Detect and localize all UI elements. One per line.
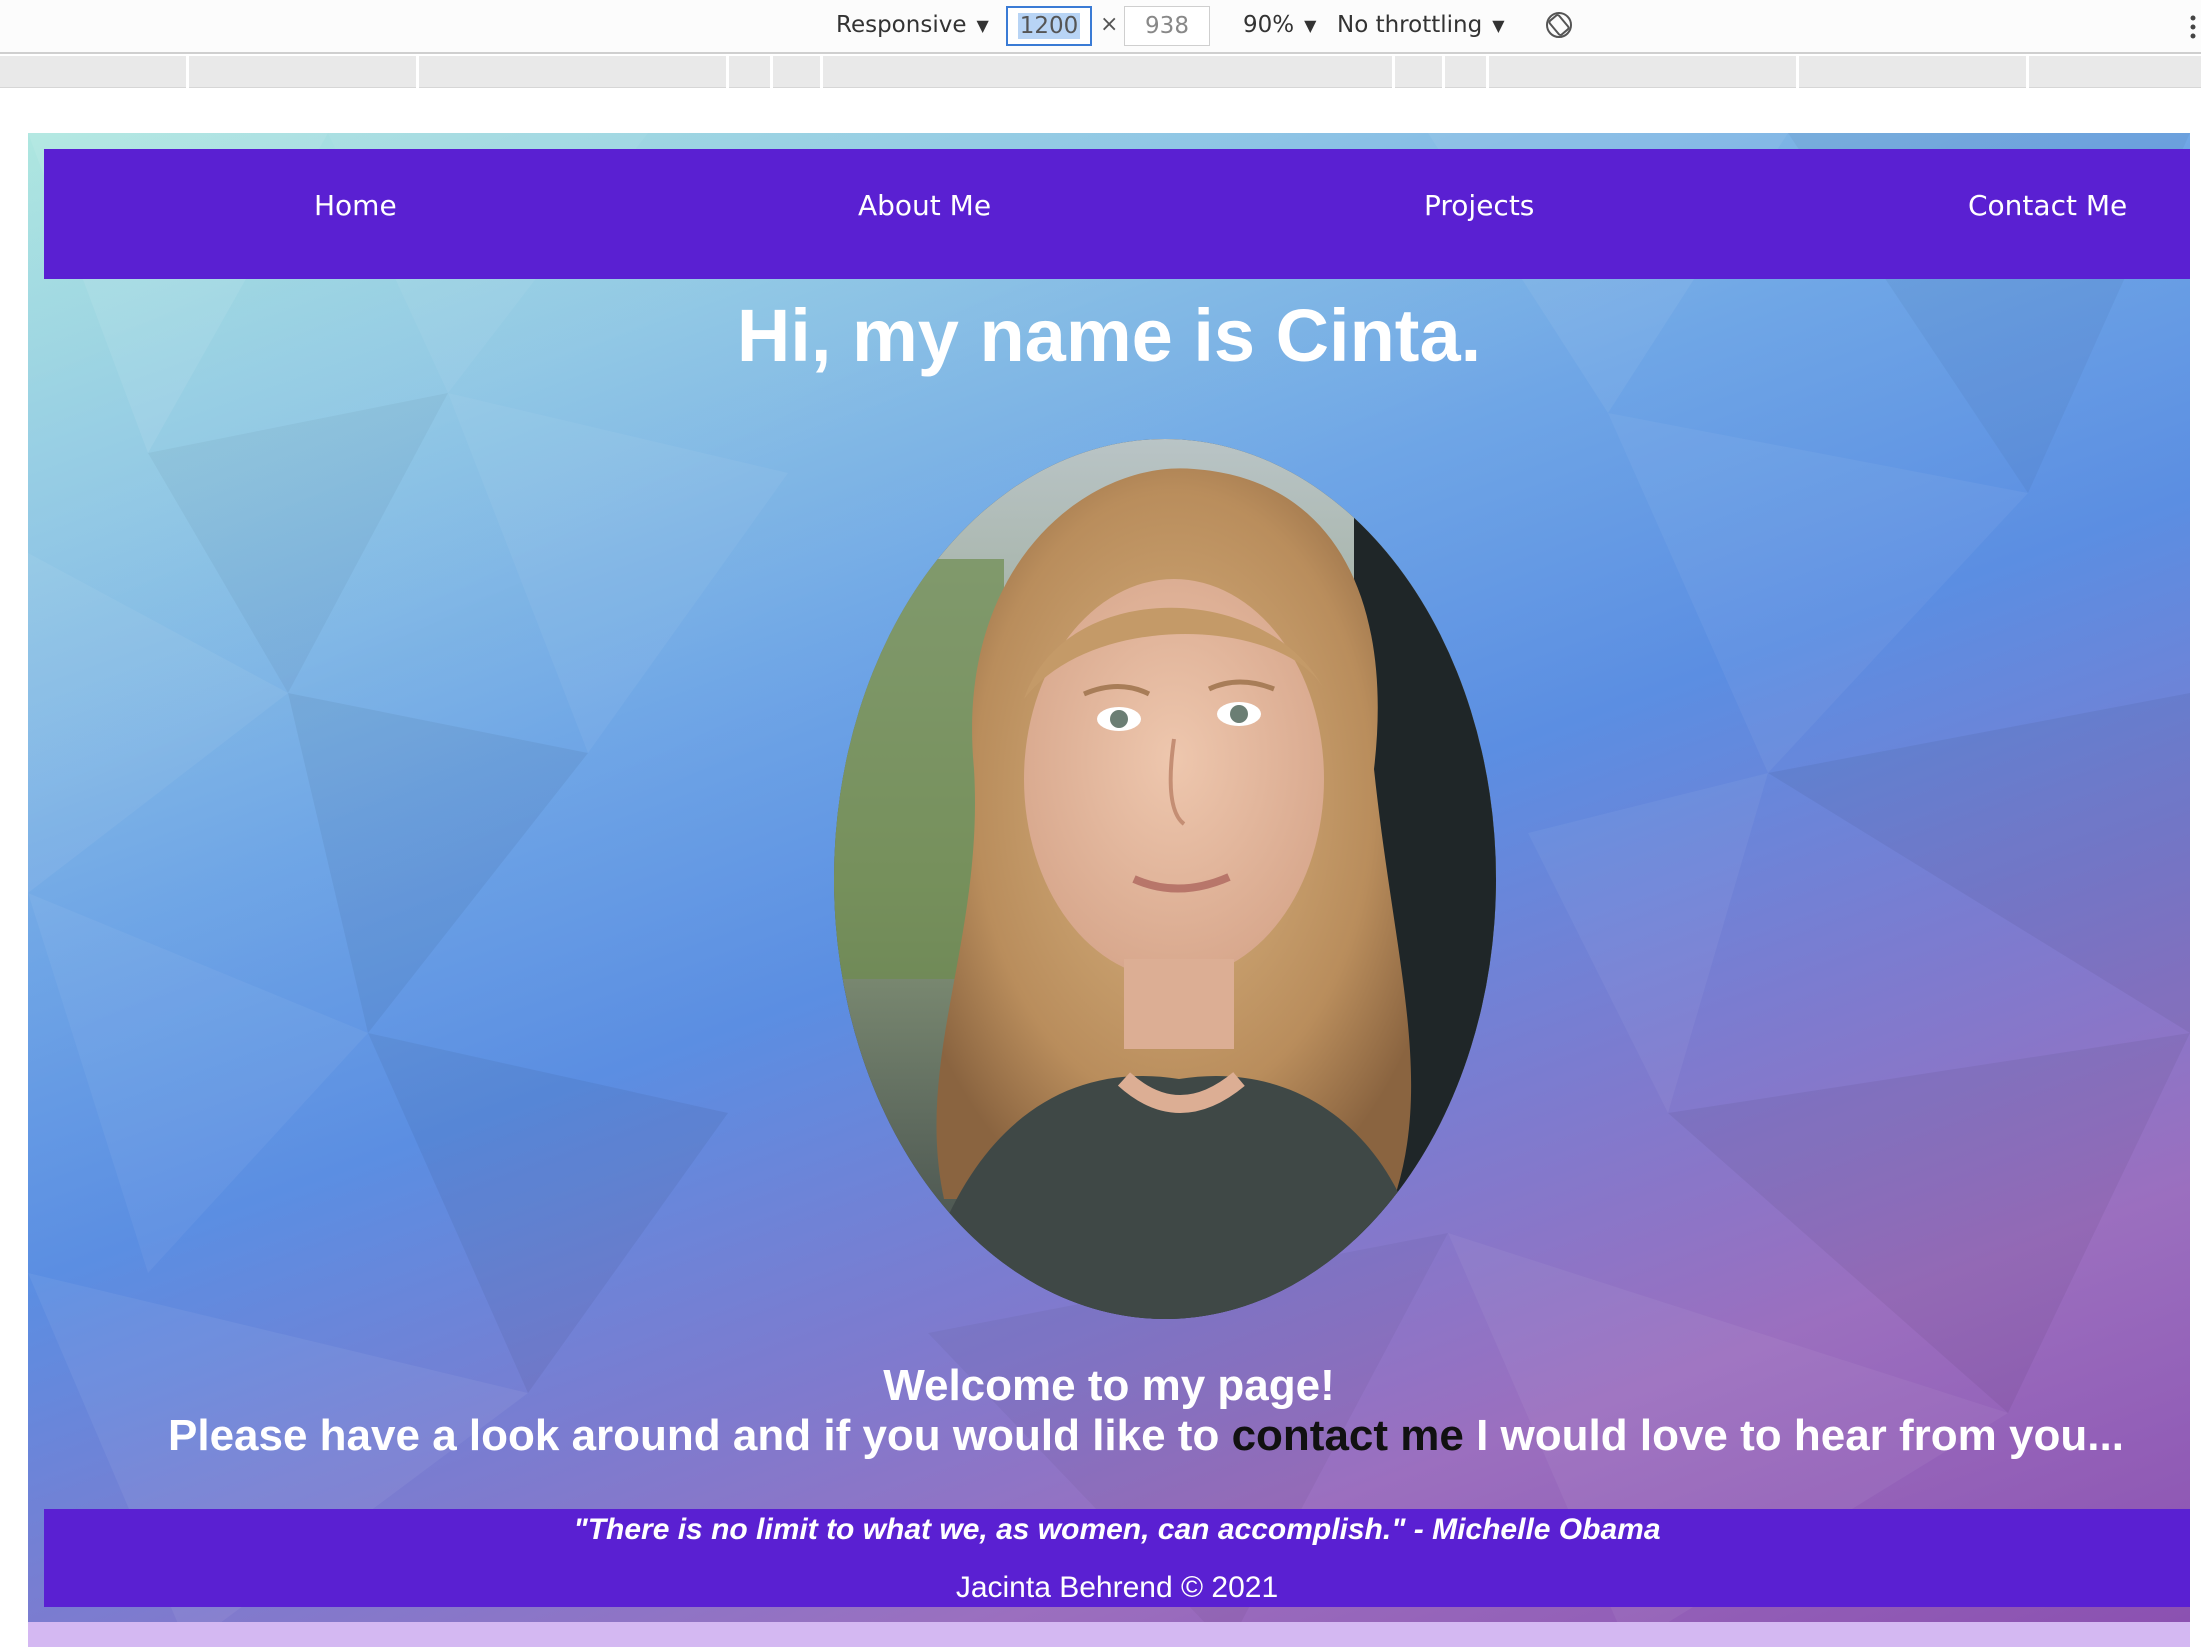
welcome-message: Please have a look around and if you wou… [168,1411,2168,1461]
page-title: Hi, my name is Cinta. [736,294,1482,377]
device-mode-label: Responsive [836,12,967,38]
zoom-select[interactable]: 90% ▼ [1243,12,1316,38]
height-placeholder: 938 [1145,13,1189,39]
navbar: Home About Me Projects Contact Me [44,149,2190,279]
page-bottom-strip [28,1622,2190,1647]
throttling-label: No throttling [1337,12,1483,38]
rotate-icon[interactable] [1544,10,1574,40]
nav-home-link[interactable]: Home [314,189,397,222]
footer: "There is no limit to what we, as women,… [44,1509,2190,1607]
footer-copyright: Jacinta Behrend © 2021 [955,1571,1279,1604]
width-input[interactable]: 1200 [1006,6,1092,46]
media-query-bar[interactable] [0,56,2201,88]
contact-me-link[interactable]: contact me [1232,1411,1464,1460]
footer-quote: "There is no limit to what we, as women,… [573,1513,1661,1546]
dropdown-arrow-icon: ▼ [1492,15,1505,35]
dropdown-arrow-icon: ▼ [1304,15,1317,35]
width-value: 1200 [1017,13,1081,39]
device-viewport: Home About Me Projects Contact Me Hi, my… [0,89,2201,1647]
device-mode-select[interactable]: Responsive ▼ [836,12,989,38]
height-input[interactable]: 938 [1124,6,1210,46]
throttling-select[interactable]: No throttling ▼ [1337,12,1505,38]
zoom-label: 90% [1243,12,1295,38]
nav-contact-link[interactable]: Contact Me [1968,189,2127,222]
nav-projects-link[interactable]: Projects [1424,189,1534,222]
dimension-separator: × [1100,12,1119,37]
profile-photo [834,439,1496,1319]
devtools-toolbar: Responsive ▼ 1200 × 938 90% ▼ No throttl… [0,0,2201,54]
more-options-icon[interactable] [2188,12,2198,42]
webpage: Home About Me Projects Contact Me Hi, my… [28,133,2190,1647]
nav-about-link[interactable]: About Me [858,189,991,222]
welcome-heading: Welcome to my page! [883,1361,1335,1410]
dropdown-arrow-icon: ▼ [976,15,989,35]
message-text-before: Please have a look around and if you wou… [168,1411,1232,1460]
message-text-after: I would love to hear from you... [1463,1411,2124,1460]
